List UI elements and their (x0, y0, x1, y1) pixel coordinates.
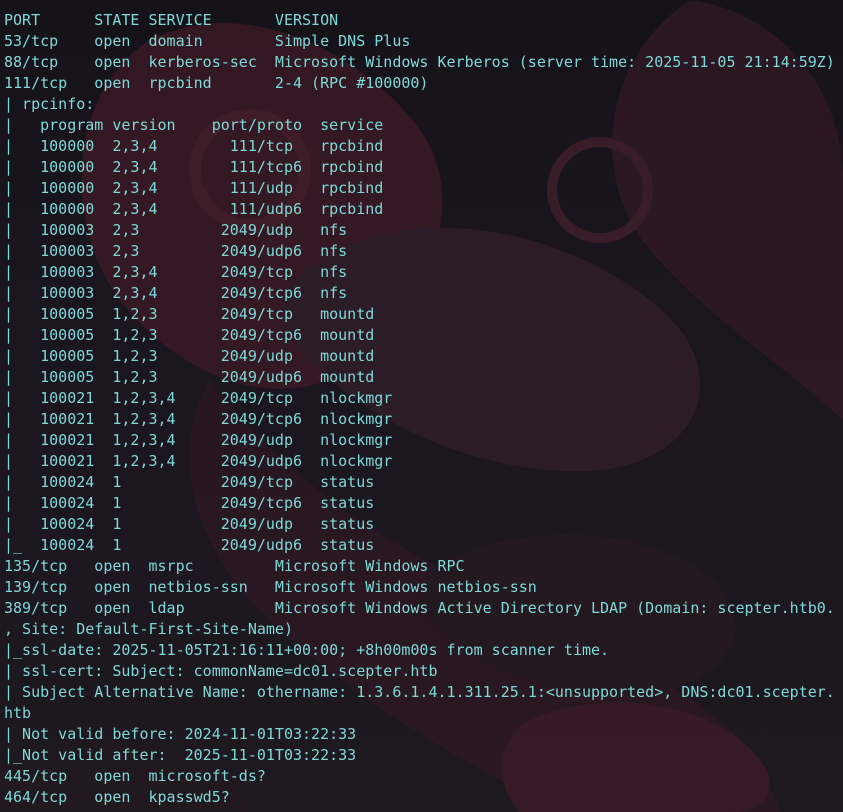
output-line: | 100024 1 2049/tcp status (4, 473, 375, 491)
output-line: 135/tcp open msrpc Microsoft Windows RPC (4, 557, 465, 575)
output-line: | 100021 1,2,3,4 2049/tcp nlockmgr (4, 389, 393, 407)
output-line: | 100024 1 2049/udp status (4, 515, 375, 533)
output-line: | 100005 1,2,3 2049/udp6 mountd (4, 368, 375, 386)
output-line: | program version port/proto service (4, 116, 384, 134)
output-line: |_ssl-date: 2025-11-05T21:16:11+00:00; +… (4, 641, 610, 659)
output-line: PORT STATE SERVICE VERSION (4, 11, 339, 29)
output-line: | rpcinfo: (4, 95, 95, 113)
output-line: | 100003 2,3,4 2049/tcp nfs (4, 263, 348, 281)
output-line: | ssl-cert: Subject: commonName=dc01.sce… (4, 662, 438, 680)
output-line: | 100003 2,3 2049/udp nfs (4, 221, 348, 239)
output-line: | 100021 1,2,3,4 2049/udp nlockmgr (4, 431, 393, 449)
output-line: | 100005 1,2,3 2049/udp mountd (4, 347, 375, 365)
output-line: |_Not valid after: 2025-11-01T03:22:33 (4, 746, 357, 764)
output-line: 445/tcp open microsoft-ds? (4, 767, 266, 785)
output-line: | 100005 1,2,3 2049/tcp mountd (4, 305, 375, 323)
output-line: 53/tcp open domain Simple DNS Plus (4, 32, 411, 50)
nmap-output[interactable]: PORT STATE SERVICE VERSION 53/tcp open do… (4, 10, 835, 808)
output-line: | 100000 2,3,4 111/udp6 rpcbind (4, 200, 384, 218)
output-line: 389/tcp open ldap Microsoft Windows Acti… (4, 599, 835, 617)
terminal-window[interactable]: PORT STATE SERVICE VERSION 53/tcp open do… (0, 0, 843, 812)
output-line: 111/tcp open rpcbind 2-4 (RPC #100000) (4, 74, 429, 92)
output-line: |_ 100024 1 2049/udp6 status (4, 536, 375, 554)
output-line: | 100021 1,2,3,4 2049/udp6 nlockmgr (4, 452, 393, 470)
output-line: 139/tcp open netbios-ssn Microsoft Windo… (4, 578, 537, 596)
output-line: | 100024 1 2049/tcp6 status (4, 494, 375, 512)
output-line: | 100000 2,3,4 111/tcp rpcbind (4, 137, 384, 155)
output-line: | 100003 2,3 2049/udp6 nfs (4, 242, 348, 260)
output-line: | 100021 1,2,3,4 2049/tcp6 nlockmgr (4, 410, 393, 428)
output-line: 464/tcp open kpasswd5? (4, 788, 230, 806)
output-line: | 100000 2,3,4 111/tcp6 rpcbind (4, 158, 384, 176)
output-line: | 100000 2,3,4 111/udp rpcbind (4, 179, 384, 197)
output-line: htb (4, 704, 32, 722)
output-line: | 100003 2,3,4 2049/tcp6 nfs (4, 284, 348, 302)
output-line: | Subject Alternative Name: othername: 1… (4, 683, 835, 701)
output-line: | Not valid before: 2024-11-01T03:22:33 (4, 725, 357, 743)
output-line: 88/tcp open kerberos-sec Microsoft Windo… (4, 53, 835, 71)
output-line: , Site: Default-First-Site-Name) (4, 620, 293, 638)
output-line: | 100005 1,2,3 2049/tcp6 mountd (4, 326, 375, 344)
